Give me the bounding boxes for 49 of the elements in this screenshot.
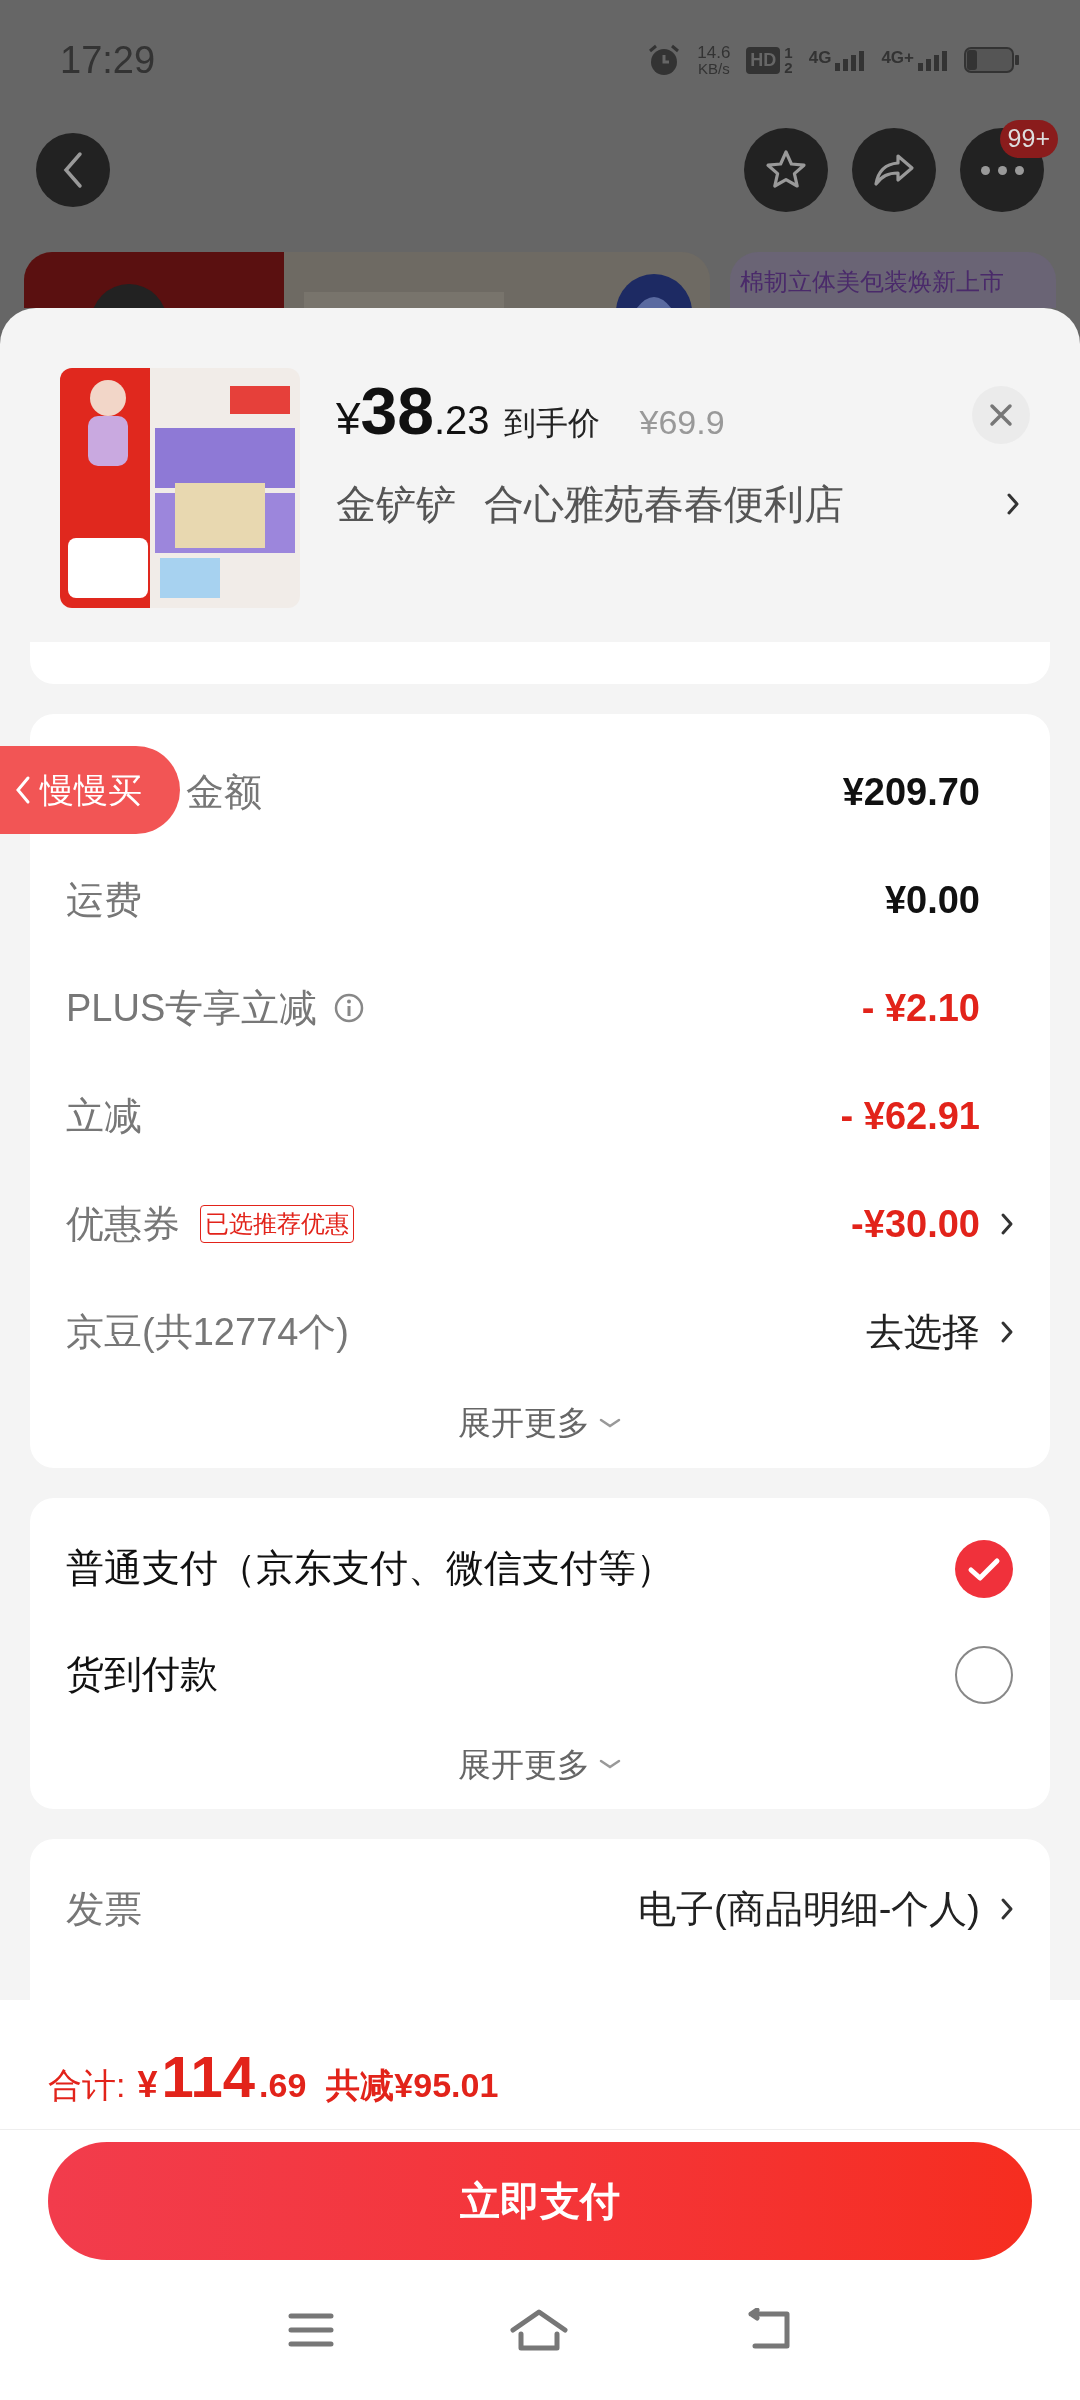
signal-icon: [835, 49, 866, 71]
total-savings: 共减¥95.01: [326, 2065, 499, 2106]
chevron-left-icon: [14, 775, 32, 805]
battery-icon: [964, 46, 1020, 74]
payment-option[interactable]: 普通支付（京东支付、微信支付等）: [66, 1540, 674, 1597]
invoice-value[interactable]: 电子(商品明细-个人): [638, 1880, 980, 1938]
total-decimal: .69: [259, 2065, 307, 2106]
alarm-icon: [647, 43, 682, 77]
row-value: ¥209.70: [842, 769, 980, 815]
shop-tag: 金铲铲: [336, 474, 456, 534]
radio-unchecked-icon[interactable]: [954, 1644, 1014, 1705]
price-decimal: .23: [433, 397, 490, 444]
promo-text: 棉韧立体美包装焕新上市: [740, 268, 1004, 295]
row-value: 去选择: [866, 1309, 980, 1355]
pay-button[interactable]: 立即支付: [48, 2142, 1032, 2260]
chevron-right-icon: [1000, 1897, 1014, 1921]
row-label: 运费: [66, 877, 142, 923]
shop-name[interactable]: 合心雅苑春春便利店: [484, 474, 844, 534]
total-label: 合计:: [48, 2065, 126, 2106]
radio-checked-icon[interactable]: [954, 1538, 1014, 1599]
price-symbol: ¥: [336, 394, 361, 445]
price-integer: 38: [360, 378, 434, 444]
chevron-right-icon: [1000, 1320, 1014, 1344]
row-value: -¥30.00: [851, 1201, 980, 1247]
row-label: 优惠券: [66, 1201, 180, 1247]
invoice-label: 发票: [66, 1886, 142, 1932]
row-label: 京豆(共12774个): [66, 1309, 349, 1355]
total-symbol: ¥: [137, 2063, 158, 2107]
expand-more-link[interactable]: 展开更多: [458, 1398, 590, 1448]
row-label: 立减: [66, 1093, 142, 1139]
row-value: - ¥62.91: [840, 1093, 980, 1139]
signal-icon: [918, 49, 948, 71]
row-value: ¥0.00: [884, 877, 980, 923]
home-icon[interactable]: [509, 2308, 569, 2352]
close-icon: [988, 402, 1014, 428]
floating-pill-button[interactable]: 慢慢买: [0, 746, 180, 834]
price-label: 到手价: [503, 404, 600, 443]
payment-option[interactable]: 货到付款: [66, 1646, 218, 1703]
chevron-right-icon: [1000, 1212, 1014, 1236]
row-label: 金额: [186, 769, 262, 815]
row-value: - ¥2.10: [861, 985, 980, 1031]
expand-more-link[interactable]: 展开更多: [458, 1739, 590, 1789]
notification-badge: 99+: [999, 120, 1058, 158]
info-icon[interactable]: [333, 992, 366, 1024]
chevron-right-icon: [1006, 492, 1020, 516]
total-integer: 114: [161, 2048, 256, 2106]
coupon-tag: 已选推荐优惠: [200, 1205, 354, 1243]
row-label: PLUS专享立减: [66, 985, 318, 1031]
original-price: ¥69.9: [639, 402, 725, 443]
